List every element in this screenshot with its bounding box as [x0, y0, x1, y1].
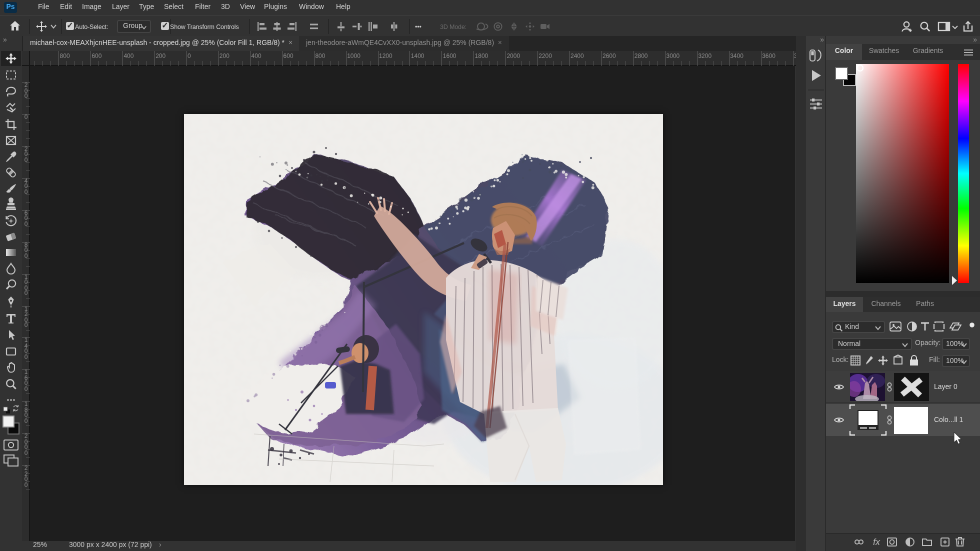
svg-text:fx: fx — [873, 537, 881, 547]
